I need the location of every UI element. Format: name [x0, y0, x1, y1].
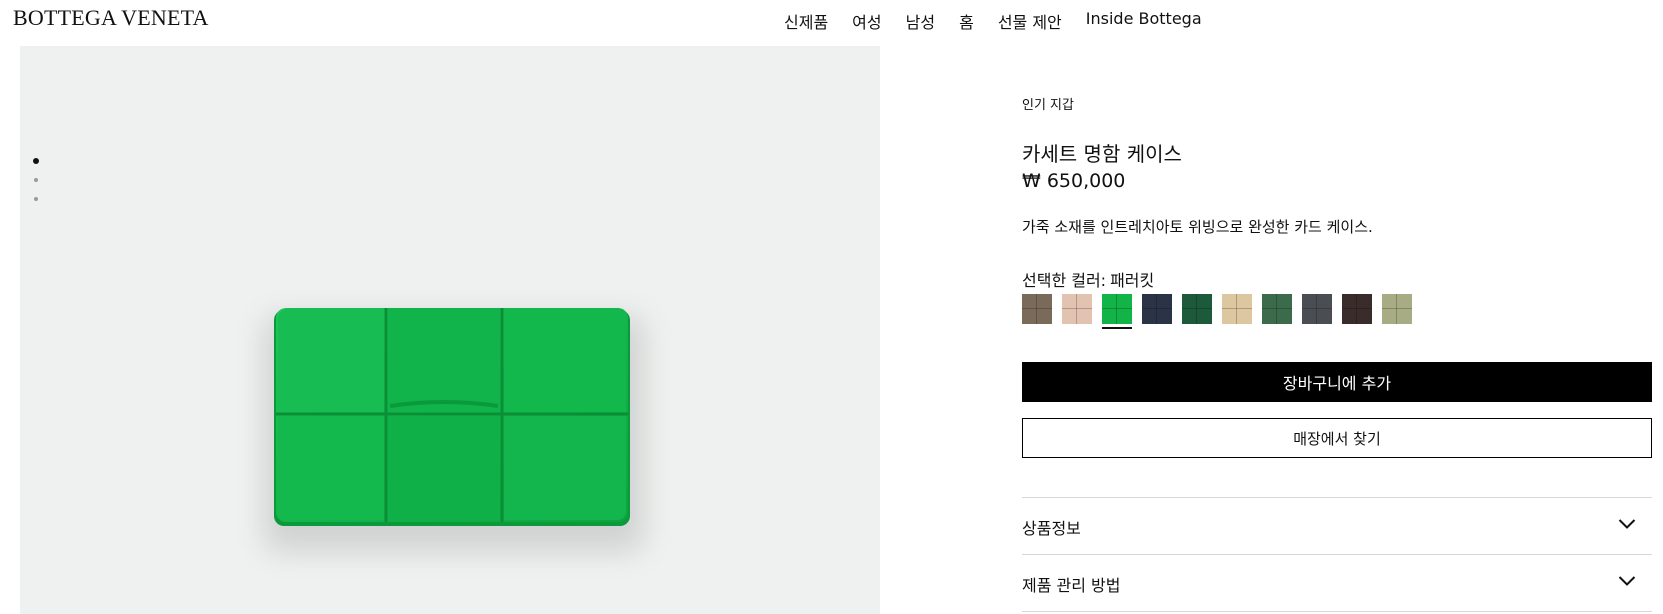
- accordion-care-instructions[interactable]: 제품 관리 방법: [1022, 555, 1652, 611]
- product-image: [274, 308, 630, 526]
- selected-color-label: 선택한 컬러: 패러킷: [1022, 267, 1154, 291]
- nav-item-inside-bottega[interactable]: Inside Bottega: [1086, 9, 1202, 33]
- divider: [1022, 611, 1652, 612]
- find-in-store-button[interactable]: 매장에서 찾기: [1022, 418, 1652, 458]
- product-category[interactable]: 인기 지갑: [1022, 94, 1074, 113]
- gallery-dot[interactable]: [34, 197, 38, 201]
- accordion-label: 상품정보: [1022, 519, 1081, 538]
- brand-logo[interactable]: BOTTEGA VENETA: [13, 5, 209, 31]
- nav-item-men[interactable]: 남성: [906, 9, 935, 33]
- nav-item-gifts[interactable]: 선물 제안: [998, 9, 1062, 33]
- nav-item-home[interactable]: 홈: [959, 9, 974, 33]
- chevron-down-icon: [1618, 576, 1636, 586]
- gallery-dot[interactable]: [34, 178, 38, 182]
- accordion-label: 제품 관리 방법: [1022, 576, 1121, 595]
- main-nav: 신제품 여성 남성 홈 선물 제안 Inside Bottega: [784, 9, 1202, 33]
- gallery-dot-active[interactable]: [33, 158, 39, 164]
- accordion-product-info[interactable]: 상품정보: [1022, 498, 1652, 554]
- product-gallery[interactable]: [20, 46, 880, 614]
- color-swatch-selected[interactable]: [1102, 294, 1132, 324]
- selected-swatch-indicator: [1102, 327, 1132, 329]
- color-swatch[interactable]: [1342, 294, 1372, 324]
- color-swatch[interactable]: [1302, 294, 1332, 324]
- site-header: BOTTEGA VENETA 신제품 여성 남성 홈 선물 제안 Inside …: [0, 0, 1663, 44]
- product-description: 가죽 소재를 인트레치아토 위빙으로 완성한 카드 케이스.: [1022, 218, 1373, 236]
- color-swatch[interactable]: [1062, 294, 1092, 324]
- chevron-down-icon: [1618, 519, 1636, 529]
- color-swatch[interactable]: [1262, 294, 1292, 324]
- color-swatch[interactable]: [1222, 294, 1252, 324]
- selected-color-name: 패러킷: [1110, 271, 1155, 290]
- product-title: 카세트 명함 케이스: [1022, 142, 1182, 166]
- nav-item-new[interactable]: 신제품: [784, 9, 828, 33]
- add-to-cart-button[interactable]: 장바구니에 추가: [1022, 362, 1652, 402]
- color-label-prefix: 선택한 컬러:: [1022, 271, 1107, 290]
- color-swatch[interactable]: [1022, 294, 1052, 324]
- product-price: ₩ 650,000: [1022, 170, 1126, 192]
- color-swatch[interactable]: [1182, 294, 1212, 324]
- color-swatch[interactable]: [1382, 294, 1412, 324]
- nav-item-women[interactable]: 여성: [852, 9, 881, 33]
- color-swatch[interactable]: [1142, 294, 1172, 324]
